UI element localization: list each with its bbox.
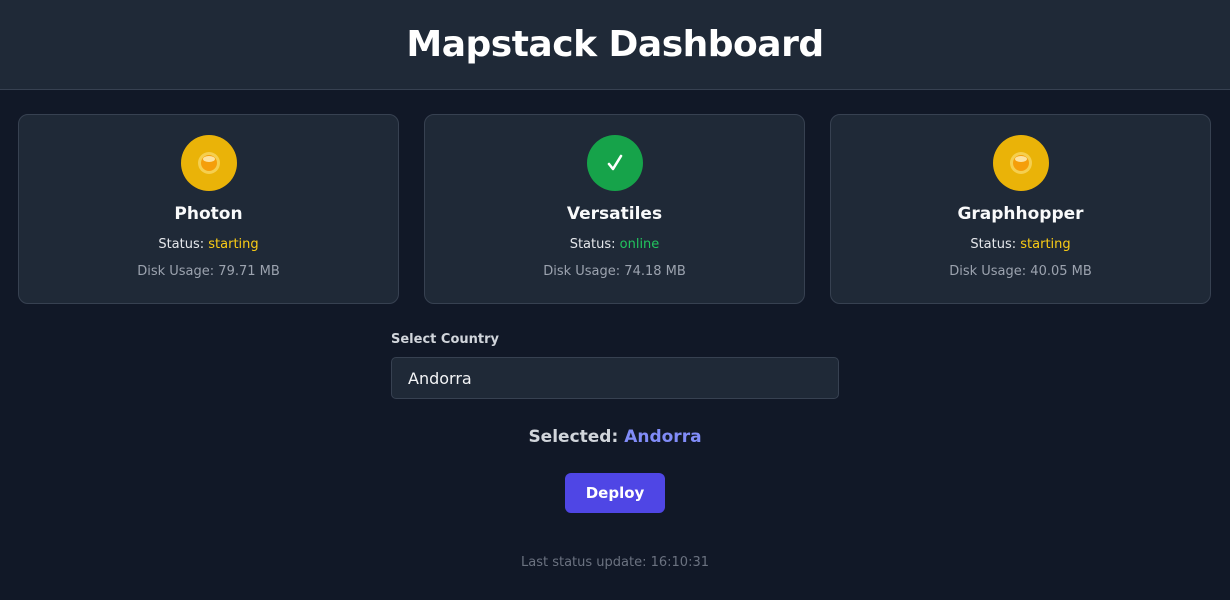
disk-usage: Disk Usage: 79.71 MB xyxy=(137,264,280,279)
disk-label: Disk Usage: xyxy=(949,264,1027,279)
selected-label: Selected: xyxy=(528,427,619,447)
selected-value: Andorra xyxy=(624,427,702,447)
service-card-graphhopper: Graphhopper Status: starting Disk Usage:… xyxy=(830,114,1211,304)
disk-label: Disk Usage: xyxy=(543,264,621,279)
status-line: Status: starting xyxy=(970,237,1070,252)
status-badge: starting xyxy=(208,237,259,252)
last-status-update: Last status update: 16:10:31 xyxy=(521,555,709,570)
service-name: Versatiles xyxy=(566,204,663,224)
disk-usage: Disk Usage: 40.05 MB xyxy=(949,264,1092,279)
selected-country: Selected: Andorra xyxy=(0,427,1230,447)
service-name: Graphhopper xyxy=(957,204,1084,224)
country-select[interactable]: Andorra xyxy=(391,357,839,399)
disk-label: Disk Usage: xyxy=(137,264,215,279)
page-title: Mapstack Dashboard xyxy=(406,24,824,65)
disk-usage: Disk Usage: 74.18 MB xyxy=(543,264,686,279)
status-line: Status: starting xyxy=(158,237,258,252)
app-header: Mapstack Dashboard xyxy=(0,0,1230,90)
check-icon xyxy=(586,135,643,191)
hourglass-icon xyxy=(992,135,1049,191)
disk-value: 79.71 MB xyxy=(218,264,280,279)
service-card-versatiles: Versatiles Status: online Disk Usage: 74… xyxy=(424,114,805,304)
status-line: Status: online xyxy=(570,237,660,252)
deploy-form: Select Country Andorra xyxy=(391,332,839,399)
country-select-label: Select Country xyxy=(391,332,499,347)
deploy-button[interactable]: Deploy xyxy=(565,473,665,513)
status-label: Status: xyxy=(158,237,205,252)
status-badge: online xyxy=(619,237,660,252)
disk-value: 74.18 MB xyxy=(624,264,686,279)
service-name: Photon xyxy=(174,204,243,224)
disk-value: 40.05 MB xyxy=(1030,264,1092,279)
status-label: Status: xyxy=(569,237,616,252)
service-cards: Photon Status: starting Disk Usage: 79.7… xyxy=(0,90,1230,304)
service-card-photon: Photon Status: starting Disk Usage: 79.7… xyxy=(18,114,399,304)
hourglass-icon xyxy=(180,135,237,191)
status-label: Status: xyxy=(970,237,1017,252)
status-badge: starting xyxy=(1020,237,1071,252)
